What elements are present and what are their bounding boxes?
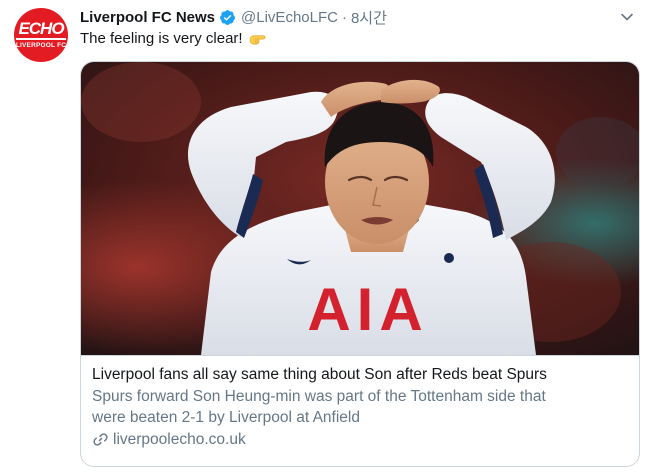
- user-handle[interactable]: @LivEchoLFC: [241, 9, 338, 26]
- card-title[interactable]: Liverpool fans all say same thing about …: [92, 364, 628, 386]
- shirt-sponsor-text: AIA: [307, 276, 428, 343]
- tweet-text: The feeling is very clear!: [80, 30, 243, 47]
- display-name[interactable]: Liverpool FC News: [80, 9, 215, 26]
- hand-pointing-emoji-icon: [249, 35, 265, 45]
- card-description: Spurs forward Son Heung-min was part of …: [92, 386, 628, 428]
- chevron-down-icon[interactable]: [620, 10, 634, 24]
- avatar[interactable]: ECHO LIVERPOOL FC: [14, 8, 68, 62]
- avatar-logo-text: ECHO: [16, 19, 66, 40]
- tweet-header: Liverpool FC News @LivEchoLFC · 8시간: [80, 6, 387, 28]
- card-domain-text: liverpoolecho.co.uk: [113, 431, 246, 448]
- card-description-line: were beaten 2-1 by Liverpool at Anfield: [92, 409, 360, 426]
- link-icon: [93, 433, 108, 446]
- card-domain[interactable]: liverpoolecho.co.uk: [92, 429, 628, 450]
- verified-badge-icon: [220, 9, 235, 25]
- separator-dot: ·: [341, 8, 347, 26]
- card-description-line: Spurs forward Son Heung-min was part of …: [92, 388, 546, 405]
- link-card[interactable]: AIA Liverpool fans all say same thing ab…: [80, 61, 640, 467]
- avatar-logo-subtext: LIVERPOOL FC: [15, 42, 67, 49]
- timestamp[interactable]: 8시간: [351, 7, 387, 28]
- card-image[interactable]: AIA: [81, 62, 639, 355]
- card-body[interactable]: Liverpool fans all say same thing about …: [81, 355, 639, 466]
- tweet-body: The feeling is very clear!: [80, 30, 266, 47]
